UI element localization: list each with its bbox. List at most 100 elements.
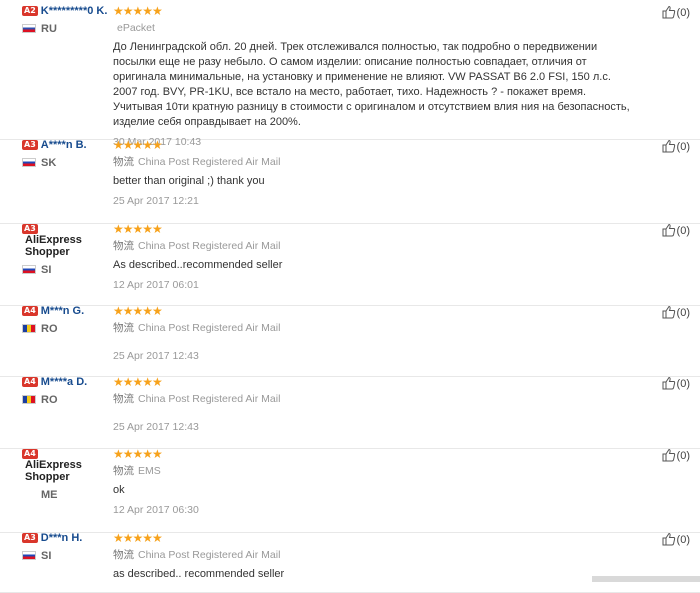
review-text: До Ленинградской обл. 20 дней. Трек отсл… bbox=[113, 41, 630, 128]
logistics-label: 物流 bbox=[113, 322, 134, 334]
country-code: SI bbox=[41, 550, 52, 562]
review-item: A2 K*********0 K. RU ★★★★★ ePacket До Лен… bbox=[0, 5, 700, 148]
country-code: ME bbox=[41, 489, 58, 501]
shipping-method-name: China Post Registered Air Mail bbox=[138, 322, 281, 334]
reviewer-country: RU bbox=[22, 23, 110, 35]
buyer-level-badge: A3 bbox=[22, 224, 38, 234]
review-date: 25 Apr 2017 12:21 bbox=[113, 195, 199, 207]
shipping-method: 物流 China Post Registered Air Mail bbox=[113, 240, 633, 252]
country-code: RU bbox=[41, 23, 57, 35]
shipping-method: 物流 China Post Registered Air Mail bbox=[113, 156, 633, 168]
country-code: SK bbox=[41, 157, 57, 169]
review-text: As described..recommended seller bbox=[113, 259, 283, 271]
country-flag-icon bbox=[22, 158, 36, 167]
star-rating: ★★★★★ bbox=[113, 304, 163, 318]
helpful-count: (0) bbox=[676, 450, 690, 462]
shipping-method: 物流 China Post Registered Air Mail bbox=[113, 393, 633, 405]
review-date: 25 Apr 2017 12:43 bbox=[113, 350, 199, 362]
buyer-level-badge: A3 bbox=[22, 140, 38, 150]
helpful-button[interactable]: (0) bbox=[662, 139, 690, 153]
shipping-method: 物流 China Post Registered Air Mail bbox=[113, 549, 633, 561]
thumbs-up-icon bbox=[662, 223, 675, 237]
shipping-method-name: ePacket bbox=[117, 22, 155, 34]
thumbs-up-icon bbox=[662, 139, 675, 153]
reviewer-name: AliExpress Shopper bbox=[25, 234, 82, 258]
country-flag-icon bbox=[22, 265, 36, 274]
shipping-method-name: China Post Registered Air Mail bbox=[138, 393, 281, 405]
star-rating: ★★★★★ bbox=[113, 447, 163, 461]
review-content: ★★★★★ 物流 EMS ok 12 Apr 2017 06:30 bbox=[113, 448, 633, 516]
country-code: RO bbox=[41, 394, 58, 406]
helpful-count: (0) bbox=[676, 7, 690, 19]
reviewer-info: A4 M***n G. RO bbox=[22, 305, 110, 335]
review-content: ★★★★★ 物流 China Post Registered Air Mail 2… bbox=[113, 376, 633, 433]
review-content: ★★★★★ 物流 China Post Registered Air Mail b… bbox=[113, 139, 633, 207]
reviewer-country: SI bbox=[22, 264, 110, 276]
thumbs-up-icon bbox=[662, 305, 675, 319]
country-flag-icon bbox=[22, 395, 36, 404]
reviewer-info: A4AliExpress Shopper ME bbox=[22, 448, 110, 501]
reviewer-country: ME bbox=[22, 489, 110, 501]
review-content: ★★★★★ 物流 China Post Registered Air Mail a… bbox=[113, 532, 633, 582]
helpful-button[interactable]: (0) bbox=[662, 223, 690, 237]
reviewer-name[interactable]: M***n G. bbox=[41, 305, 84, 317]
helpful-count: (0) bbox=[676, 225, 690, 237]
shipping-method-name: China Post Registered Air Mail bbox=[138, 156, 281, 168]
buyer-level-badge: A2 bbox=[22, 6, 38, 16]
star-rating: ★★★★★ bbox=[113, 4, 163, 18]
logistics-label: 物流 bbox=[113, 549, 134, 561]
logistics-label: 物流 bbox=[113, 393, 134, 405]
reviewer-info: A3AliExpress Shopper SI bbox=[22, 223, 110, 276]
review-date: 12 Apr 2017 06:01 bbox=[113, 279, 199, 291]
review-item: A3AliExpress Shopper SI ★★★★★ 物流 China Po… bbox=[0, 223, 700, 306]
reviewer-country: RO bbox=[22, 394, 110, 406]
review-item: A4AliExpress Shopper ME ★★★★★ 物流 EMS ok 1… bbox=[0, 448, 700, 533]
star-rating: ★★★★★ bbox=[113, 138, 163, 152]
reviewer-info: A3 D***n H. SI bbox=[22, 532, 110, 562]
logistics-label: 物流 bbox=[113, 156, 134, 168]
shipping-method: 物流 China Post Registered Air Mail bbox=[113, 322, 633, 334]
shipping-method-name: China Post Registered Air Mail bbox=[138, 240, 281, 252]
helpful-count: (0) bbox=[676, 141, 690, 153]
helpful-button[interactable]: (0) bbox=[662, 5, 690, 19]
thumbs-up-icon bbox=[662, 376, 675, 390]
reviewer-name[interactable]: D***n H. bbox=[41, 532, 83, 544]
reviewer-info: A3 A****n B. SK bbox=[22, 139, 110, 169]
reviewer-country: SI bbox=[22, 550, 110, 562]
reviewer-name[interactable]: A****n B. bbox=[41, 139, 87, 151]
country-code: RO bbox=[41, 323, 58, 335]
horizontal-scrollbar[interactable] bbox=[592, 576, 700, 582]
review-text: ok bbox=[113, 484, 125, 496]
thumbs-up-icon bbox=[662, 448, 675, 462]
review-date: 25 Apr 2017 12:43 bbox=[113, 421, 199, 433]
helpful-count: (0) bbox=[676, 534, 690, 546]
shipping-method: ePacket bbox=[113, 22, 633, 34]
shipping-method-name: EMS bbox=[138, 465, 161, 477]
review-date: 12 Apr 2017 06:30 bbox=[113, 504, 199, 516]
buyer-level-badge: A4 bbox=[22, 306, 38, 316]
shipping-method: 物流 EMS bbox=[113, 465, 633, 477]
country-code: SI bbox=[41, 264, 52, 276]
helpful-button[interactable]: (0) bbox=[662, 532, 690, 546]
reviewer-country: RO bbox=[22, 323, 110, 335]
helpful-button[interactable]: (0) bbox=[662, 448, 690, 462]
reviewer-name[interactable]: M****a D. bbox=[41, 376, 87, 388]
star-rating: ★★★★★ bbox=[113, 222, 163, 236]
review-item: A4 M***n G. RO ★★★★★ 物流 China Post Registe… bbox=[0, 305, 700, 377]
reviewer-country: SK bbox=[22, 157, 110, 169]
thumbs-up-icon bbox=[662, 5, 675, 19]
reviewer-info: A2 K*********0 K. RU bbox=[22, 5, 110, 35]
buyer-level-badge: A4 bbox=[22, 377, 38, 387]
logistics-label: 物流 bbox=[113, 465, 134, 477]
review-item: A3 A****n B. SK ★★★★★ 物流 China Post Regist… bbox=[0, 139, 700, 224]
reviewer-info: A4 M****a D. RO bbox=[22, 376, 110, 406]
reviewer-name[interactable]: K*********0 K. bbox=[41, 5, 108, 17]
helpful-button[interactable]: (0) bbox=[662, 305, 690, 319]
review-content: ★★★★★ ePacket До Ленинградской обл. 20 д… bbox=[113, 5, 633, 148]
star-rating: ★★★★★ bbox=[113, 375, 163, 389]
star-rating: ★★★★★ bbox=[113, 531, 163, 545]
helpful-count: (0) bbox=[676, 378, 690, 390]
country-flag-icon bbox=[22, 324, 36, 333]
logistics-label: 物流 bbox=[113, 240, 134, 252]
helpful-button[interactable]: (0) bbox=[662, 376, 690, 390]
